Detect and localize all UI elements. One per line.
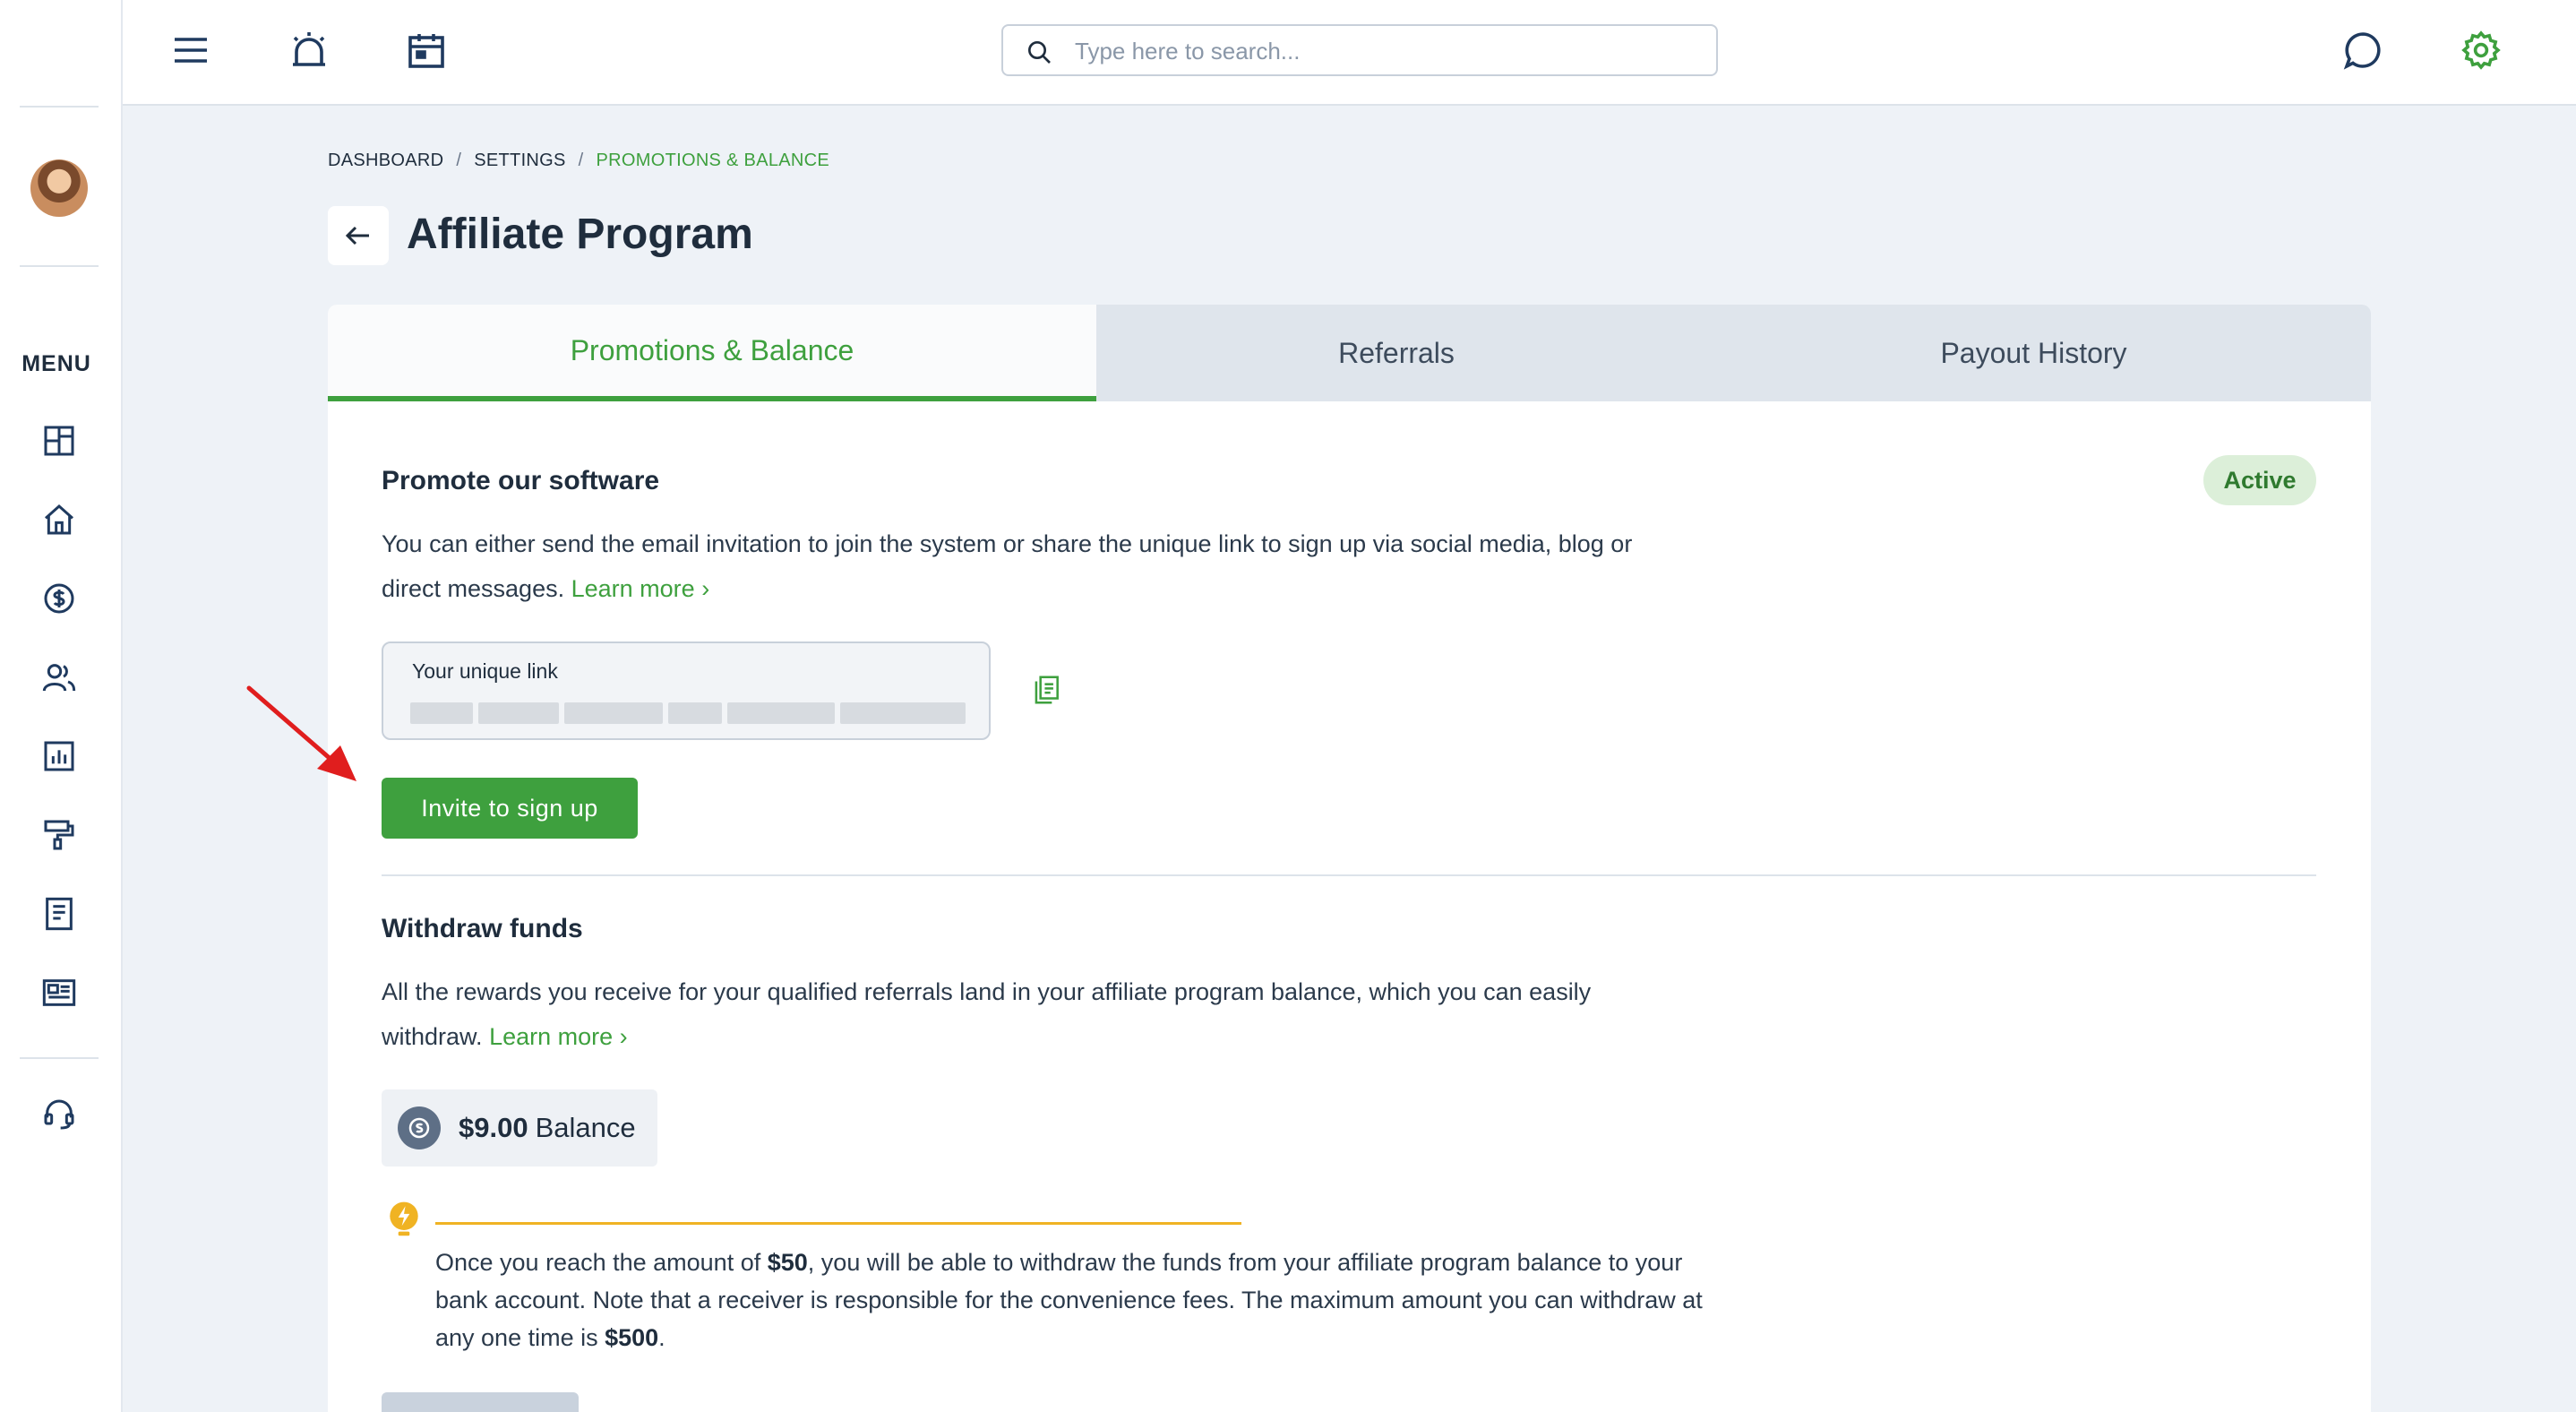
menu-label: MENU [21, 351, 91, 376]
unique-link-value-redacted [410, 702, 967, 724]
alarm-icon[interactable] [284, 25, 334, 75]
search-input[interactable] [1075, 33, 1693, 69]
tip-max-amount: $500 [605, 1324, 659, 1351]
arrow-left-icon [345, 226, 369, 245]
sidebar-divider [20, 106, 99, 108]
affiliate-card: Promotions & Balance Referrals Payout Hi… [328, 305, 2371, 1412]
unique-link-field[interactable]: Your unique link [382, 641, 991, 740]
breadcrumb-settings[interactable]: SETTINGS [474, 151, 565, 171]
news-icon[interactable] [39, 973, 79, 1012]
withdraw-learn-more-link[interactable]: Learn more › [489, 1023, 628, 1050]
balance-label: Balance [535, 1112, 636, 1143]
breadcrumb-dashboard[interactable]: DASHBOARD [328, 151, 443, 171]
chevron-right-icon: › [619, 1023, 628, 1050]
dollar-icon[interactable] [39, 579, 79, 618]
chat-icon[interactable] [2338, 25, 2388, 75]
tip-text-part: Once you reach the amount of [435, 1249, 768, 1276]
avatar[interactable] [30, 159, 88, 217]
promote-description-text: You can either send the email invitation… [382, 530, 1633, 602]
tab-bar: Promotions & Balance Referrals Payout Hi… [328, 305, 2371, 401]
users-icon[interactable] [39, 658, 79, 697]
lightbulb-icon [390, 1201, 418, 1236]
withdraw-description: All the rewards you receive for your qua… [382, 969, 1671, 1059]
withdraw-title: Withdraw funds [382, 914, 583, 943]
tab-payout-history[interactable]: Payout History [1696, 305, 2371, 401]
promote-learn-more-link[interactable]: Learn more › [571, 575, 710, 602]
calendar-icon[interactable] [401, 25, 451, 75]
document-icon[interactable] [39, 894, 79, 934]
dashboard-icon[interactable] [39, 421, 79, 461]
balance-box: $9.00 Balance [382, 1089, 657, 1167]
withdraw-button-disabled [382, 1392, 579, 1412]
breadcrumb: DASHBOARD / SETTINGS / PROMOTIONS & BALA… [328, 151, 829, 171]
search-icon [1028, 41, 1051, 64]
paint-roller-icon[interactable] [39, 815, 79, 855]
search-bar [1001, 24, 1718, 76]
status-badge: Active [2203, 455, 2316, 505]
gear-icon[interactable] [2456, 25, 2506, 75]
section-divider [382, 874, 2316, 876]
copy-icon[interactable] [1026, 670, 1066, 710]
learn-more-label: Learn more [571, 575, 695, 602]
breadcrumb-separator: / [456, 151, 462, 170]
promote-title: Promote our software [382, 466, 660, 495]
hamburger-menu-icon[interactable] [166, 25, 216, 75]
tab-referrals[interactable]: Referrals [1096, 305, 1696, 401]
coin-icon [398, 1106, 441, 1149]
sidebar: MENU [0, 0, 123, 1412]
annotation-arrow-icon [246, 685, 356, 781]
top-bar [123, 0, 2576, 106]
tab-promotions-balance[interactable]: Promotions & Balance [328, 305, 1096, 401]
sidebar-divider [20, 265, 99, 267]
breadcrumb-current: PROMOTIONS & BALANCE [596, 151, 830, 170]
invite-to-sign-up-button[interactable]: Invite to sign up [382, 778, 638, 839]
unique-link-label: Your unique link [412, 659, 558, 683]
learn-more-label: Learn more [489, 1023, 614, 1050]
chevron-right-icon: › [701, 575, 710, 602]
sidebar-divider [20, 1057, 99, 1059]
tip-min-amount: $50 [767, 1249, 808, 1276]
home-icon[interactable] [39, 500, 79, 539]
tip-text-part: . [658, 1324, 665, 1351]
breadcrumb-separator: / [578, 151, 584, 170]
promote-description: You can either send the email invitation… [382, 521, 1671, 611]
chart-icon[interactable] [39, 736, 79, 776]
page-title: Affiliate Program [407, 211, 753, 258]
headset-icon[interactable] [39, 1095, 79, 1134]
balance-amount: $9.00 [459, 1112, 528, 1143]
tip-divider [435, 1222, 1241, 1225]
back-button[interactable] [328, 206, 389, 265]
withdraw-tip: Once you reach the amount of $50, you wi… [435, 1244, 1707, 1356]
